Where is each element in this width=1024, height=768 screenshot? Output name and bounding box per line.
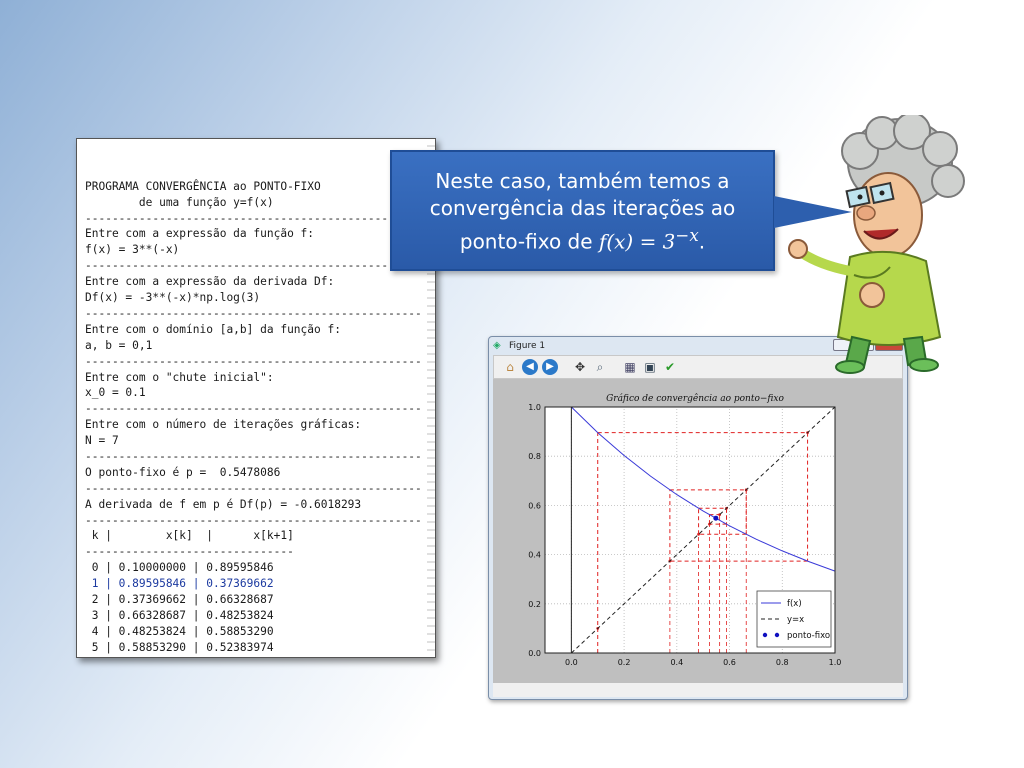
console-line: 4 | 0.48253824 | 0.58853290 <box>85 624 274 638</box>
console-line: O ponto-fixo é p = 0.5478086 <box>85 465 281 479</box>
legend-label: ponto-fixo <box>787 631 830 641</box>
speech-callout: Neste caso, também temos a convergência … <box>390 150 775 271</box>
console-line: Entre com a expressão da função f: <box>85 227 315 241</box>
legend-label: f(x) <box>787 599 802 609</box>
console-line: 6 | 0.52383974 | 0.56242540 <box>85 656 435 658</box>
console-output: PROGRAMA CONVERGÊNCIA ao PONTO-FIXO de u… <box>76 138 436 658</box>
chart-legend: f(x) y=x ponto-fixo <box>756 590 832 648</box>
legend-label: y=x <box>787 615 804 625</box>
console-lines: PROGRAMA CONVERGÊNCIA ao PONTO-FIXO de u… <box>85 179 435 658</box>
professor-body <box>788 239 942 374</box>
console-line: x_0 = 0.1 <box>85 386 146 400</box>
console-line: k | x[k] | x[k+1] <box>85 529 294 543</box>
callout-line-3-suffix: . <box>698 229 706 254</box>
x-tick-label: 0.2 <box>618 658 631 667</box>
legend-marker <box>774 632 780 638</box>
console-line: Df(x) = -3**(-x)*np.log(3) <box>85 291 261 305</box>
console-line: a, b = 0,1 <box>85 338 153 352</box>
callout-math: f(x) = 3 <box>598 229 676 254</box>
chart-title: Gráfico de convergência ao ponto−fixo <box>606 393 784 404</box>
y-tick-label: 0.4 <box>528 551 541 560</box>
console-line: 5 | 0.58853290 | 0.52383974 <box>85 640 274 654</box>
console-line: 2 | 0.37369662 | 0.66328687 <box>85 592 274 606</box>
console-line: 0 | 0.10000000 | 0.89595846 <box>85 561 274 575</box>
x-tick-label: 0.8 <box>776 658 789 667</box>
callout-line-3-prefix: ponto-fixo de <box>459 229 599 254</box>
chart-svg: 0.0 0.2 0.4 0.6 0.8 1.0 0.0 0.2 0.4 0.6 0.8 1.0 Grá… <box>528 393 842 667</box>
callout-math-sup: −x <box>675 226 699 245</box>
fixed-point-marker <box>713 515 719 521</box>
y-tick-label: 0.0 <box>528 649 541 658</box>
subplots-icon[interactable]: ▦ <box>622 359 638 375</box>
save-icon[interactable]: ▣ <box>642 359 658 375</box>
console-line: de uma função y=f(x) <box>85 195 274 209</box>
console-separator: ----------------------------------------… <box>85 259 422 273</box>
console-line: Entre com o "chute inicial": <box>85 370 274 384</box>
console-separator: ----------------------------------------… <box>85 354 422 368</box>
console-separator: ------------------------------- <box>85 545 294 559</box>
x-tick-label: 0.0 <box>565 658 578 667</box>
console-separator: ----------------------------------------… <box>85 211 422 225</box>
check-icon[interactable]: ✔ <box>662 359 678 375</box>
console-separator: ----------------------------------------… <box>85 481 422 495</box>
console-line: Entre com a expressão da derivada Df: <box>85 275 335 289</box>
legend-marker <box>762 632 768 638</box>
pan-icon[interactable]: ✥ <box>572 359 588 375</box>
console-line: A derivada de f em p é Df(p) = -0.601829… <box>85 497 362 511</box>
callout-line-2: convergência das iterações ao <box>429 196 736 220</box>
console-line: PROGRAMA CONVERGÊNCIA ao PONTO-FIXO <box>85 179 321 193</box>
console-separator: ----------------------------------------… <box>85 306 422 320</box>
callout-line-3: ponto-fixo de f(x) = 3−x. <box>402 222 763 256</box>
forward-arrow-icon[interactable]: ▶ <box>542 359 558 375</box>
console-separator: ----------------------------------------… <box>85 449 422 463</box>
console-separator: ----------------------------------------… <box>85 513 422 527</box>
y-tick-label: 0.2 <box>528 600 541 609</box>
y-tick-label: 0.6 <box>528 501 541 510</box>
console-line: 3 | 0.66328687 | 0.48253824 <box>85 608 274 622</box>
x-tick-label: 0.4 <box>670 658 683 667</box>
console-line: Entre com o número de iterações gráficas… <box>85 418 362 432</box>
y-tick-label: 0.8 <box>528 452 541 461</box>
figure-title: Figure 1 <box>509 341 546 351</box>
figure-window: ◈ Figure 1 ⌂ ◀ ▶ ✥ ⌕ ▦ ▣ ✔ 0.0 0.2 0.4 0.6 0… <box>488 336 908 700</box>
x-tick-label: 1.0 <box>829 658 842 667</box>
console-line: f(x) = 3**(-x) <box>85 243 180 257</box>
console-line: Entre com o domínio [a,b] da função f: <box>85 322 341 336</box>
home-icon[interactable]: ⌂ <box>502 359 518 375</box>
figure-canvas: 0.0 0.2 0.4 0.6 0.8 1.0 0.0 0.2 0.4 0.6 0.8 1.0 Grá… <box>493 379 903 683</box>
matplotlib-icon: ◈ <box>493 340 501 351</box>
x-tick-label: 0.6 <box>723 658 736 667</box>
console-separator: ----------------------------------------… <box>85 402 422 416</box>
console-line: 1 | 0.89595846 | 0.37369662 <box>85 577 274 591</box>
zoom-icon[interactable]: ⌕ <box>592 359 608 375</box>
y-tick-label: 1.0 <box>528 403 541 412</box>
status-bar <box>493 683 903 697</box>
console-line: N = 7 <box>85 434 119 448</box>
back-arrow-icon[interactable]: ◀ <box>522 359 538 375</box>
professor-illustration <box>788 115 965 374</box>
callout-line-1: Neste caso, também temos a <box>435 169 730 193</box>
